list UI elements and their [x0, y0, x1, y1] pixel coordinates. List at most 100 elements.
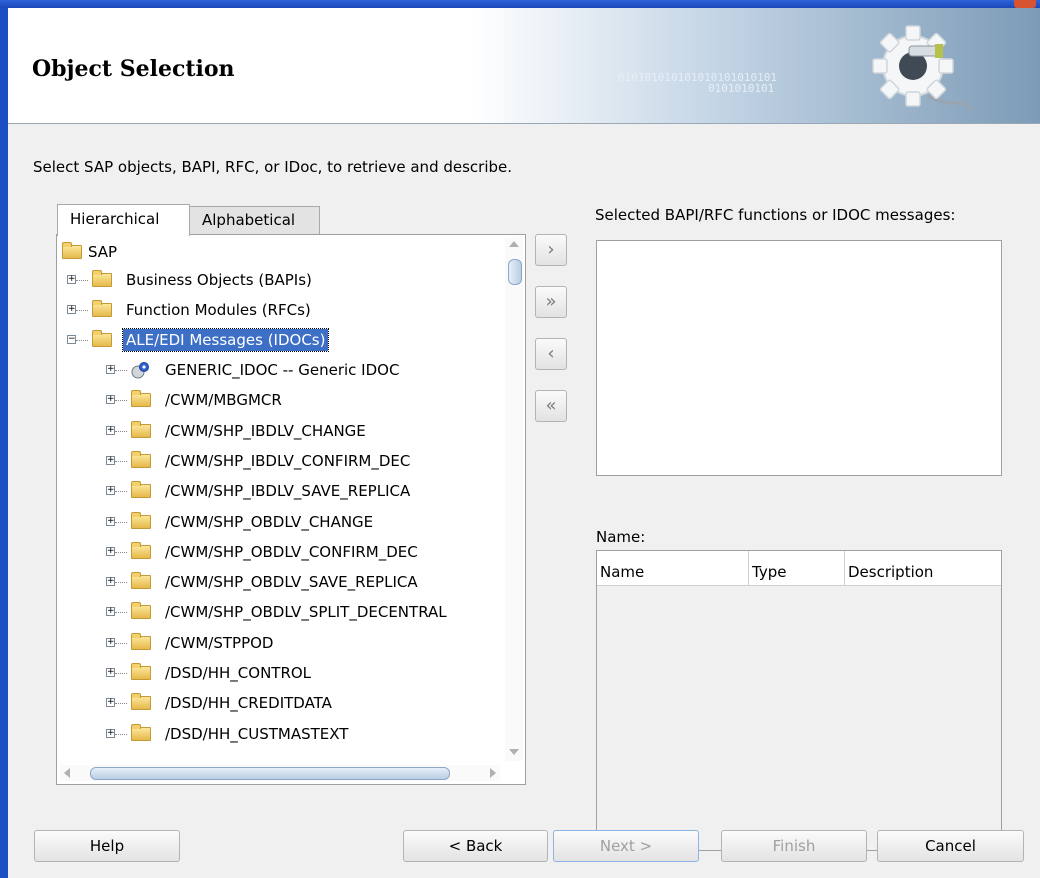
- tree-connector: [115, 552, 127, 553]
- expand-icon[interactable]: +: [67, 305, 76, 314]
- collapse-icon[interactable]: −: [67, 335, 76, 344]
- tree-connector: [115, 673, 127, 674]
- tab-alphabetical[interactable]: Alphabetical: [189, 206, 320, 234]
- tree-connector: [115, 703, 127, 704]
- expand-icon[interactable]: +: [106, 698, 115, 707]
- tree-connector: [115, 612, 127, 613]
- tree-node-label: GENERIC_IDOC -- Generic IDOC: [165, 361, 400, 379]
- expand-icon[interactable]: +: [106, 729, 115, 738]
- folder-icon: [131, 390, 151, 407]
- tree-node-label: /CWM/SHP_OBDLV_CONFIRM_DEC: [165, 543, 418, 561]
- tree-connector: [115, 522, 127, 523]
- remove-all-button[interactable]: «: [535, 390, 567, 422]
- tree-connector: [76, 280, 88, 281]
- folder-icon: [92, 270, 112, 287]
- object-tree[interactable]: SAP + Business Objects (BAPIs) + Functio…: [60, 238, 500, 765]
- folder-icon: [131, 633, 151, 650]
- tree-connector: [115, 582, 127, 583]
- help-button[interactable]: Help: [34, 830, 180, 862]
- add-button[interactable]: ›: [535, 234, 567, 266]
- tree-connector: [115, 643, 127, 644]
- tree-connector: [115, 491, 127, 492]
- expand-icon[interactable]: +: [106, 456, 115, 465]
- tree-node-label-selected: ALE/EDI Messages (IDOCs): [121, 328, 330, 352]
- expand-icon[interactable]: +: [106, 668, 115, 677]
- expand-icon[interactable]: +: [106, 547, 115, 556]
- scroll-down-icon[interactable]: [509, 749, 519, 755]
- tree-node-label: /CWM/MBGMCR: [165, 391, 282, 409]
- expand-icon[interactable]: +: [106, 395, 115, 404]
- close-icon[interactable]: [1014, 0, 1036, 8]
- back-button[interactable]: < Back: [403, 830, 548, 862]
- selected-list[interactable]: [596, 240, 1002, 476]
- tree-node-label: SAP: [88, 243, 118, 261]
- table-header: Name Type Description: [597, 551, 1001, 586]
- expand-icon[interactable]: +: [106, 517, 115, 526]
- add-all-button[interactable]: »: [535, 286, 567, 318]
- name-label: Name:: [596, 528, 646, 546]
- expand-icon[interactable]: +: [106, 577, 115, 586]
- tree-node-label: /DSD/HH_CONTROL: [165, 664, 312, 682]
- idoc-gear-icon: [131, 362, 149, 379]
- open-folder-icon: [62, 242, 82, 259]
- page-title: Object Selection: [32, 56, 235, 82]
- folder-icon: [131, 542, 151, 559]
- tree-connector: [76, 310, 88, 311]
- folder-icon: [131, 512, 151, 529]
- tree-connector: [115, 431, 127, 432]
- tree-node-label: /CWM/STPPOD: [165, 634, 274, 652]
- tree-connector: [115, 734, 127, 735]
- tree-node-label: /CWM/SHP_OBDLV_SPLIT_DECENTRAL: [165, 603, 447, 621]
- folder-icon: [131, 481, 151, 498]
- folder-icon: [131, 663, 151, 680]
- next-button[interactable]: Next >: [553, 830, 699, 862]
- expand-icon[interactable]: +: [106, 486, 115, 495]
- finish-button[interactable]: Finish: [721, 830, 867, 862]
- tree-node-label: /CWM/SHP_IBDLV_CHANGE: [165, 422, 366, 440]
- expand-icon[interactable]: +: [67, 275, 76, 284]
- header-binary-text-2: 0101010101: [708, 82, 775, 95]
- column-header-name[interactable]: Name: [597, 551, 749, 585]
- selected-list-label: Selected BAPI/RFC functions or IDOC mess…: [595, 206, 956, 224]
- wizard-header: Object Selection 01010101010101010101010…: [8, 8, 1040, 124]
- folder-icon: [131, 451, 151, 468]
- folder-icon: [131, 572, 151, 589]
- window-titlebar: [0, 0, 1040, 8]
- expand-icon[interactable]: +: [106, 607, 115, 616]
- tree-node-label: Function Modules (RFCs): [126, 301, 311, 319]
- tab-hierarchical[interactable]: Hierarchical: [57, 204, 190, 236]
- name-table[interactable]: Name Type Description: [596, 550, 1002, 851]
- expand-icon[interactable]: +: [106, 638, 115, 647]
- object-tree-panel: SAP + Business Objects (BAPIs) + Functio…: [56, 234, 526, 785]
- remove-button[interactable]: ‹: [535, 338, 567, 370]
- tree-node-label: /CWM/SHP_OBDLV_SAVE_REPLICA: [165, 573, 418, 591]
- tree-connector: [76, 340, 88, 341]
- tree-node-label: /CWM/SHP_IBDLV_CONFIRM_DEC: [165, 452, 411, 470]
- scroll-thumb[interactable]: [508, 259, 522, 285]
- gear-plug-icon: [872, 25, 974, 111]
- folder-icon: [131, 724, 151, 741]
- scroll-left-icon[interactable]: [64, 768, 70, 778]
- column-header-description[interactable]: Description: [845, 551, 1001, 585]
- window-frame: [0, 8, 8, 878]
- tree-node-label: /DSD/HH_CUSTMASTEXT: [165, 725, 349, 743]
- tree-connector: [115, 400, 127, 401]
- folder-icon: [92, 300, 112, 317]
- tree-node-label: /CWM/SHP_IBDLV_SAVE_REPLICA: [165, 482, 411, 500]
- cancel-button[interactable]: Cancel: [877, 830, 1024, 862]
- folder-icon: [131, 693, 151, 710]
- folder-icon: [131, 421, 151, 438]
- vertical-scrollbar[interactable]: [505, 237, 523, 761]
- column-header-type[interactable]: Type: [749, 551, 845, 585]
- expand-icon[interactable]: +: [106, 426, 115, 435]
- scroll-up-icon[interactable]: [509, 241, 519, 247]
- expand-icon[interactable]: +: [106, 365, 115, 374]
- scroll-right-icon[interactable]: [490, 768, 496, 778]
- open-folder-icon: [92, 330, 112, 347]
- scroll-thumb-horizontal[interactable]: [90, 767, 450, 780]
- horizontal-scrollbar[interactable]: [60, 765, 500, 781]
- folder-icon: [131, 602, 151, 619]
- tree-node-label: /DSD/HH_CREDITDATA: [165, 694, 332, 712]
- tree-node-label: Business Objects (BAPIs): [126, 271, 312, 289]
- instructions-text: Select SAP objects, BAPI, RFC, or IDoc, …: [33, 158, 513, 176]
